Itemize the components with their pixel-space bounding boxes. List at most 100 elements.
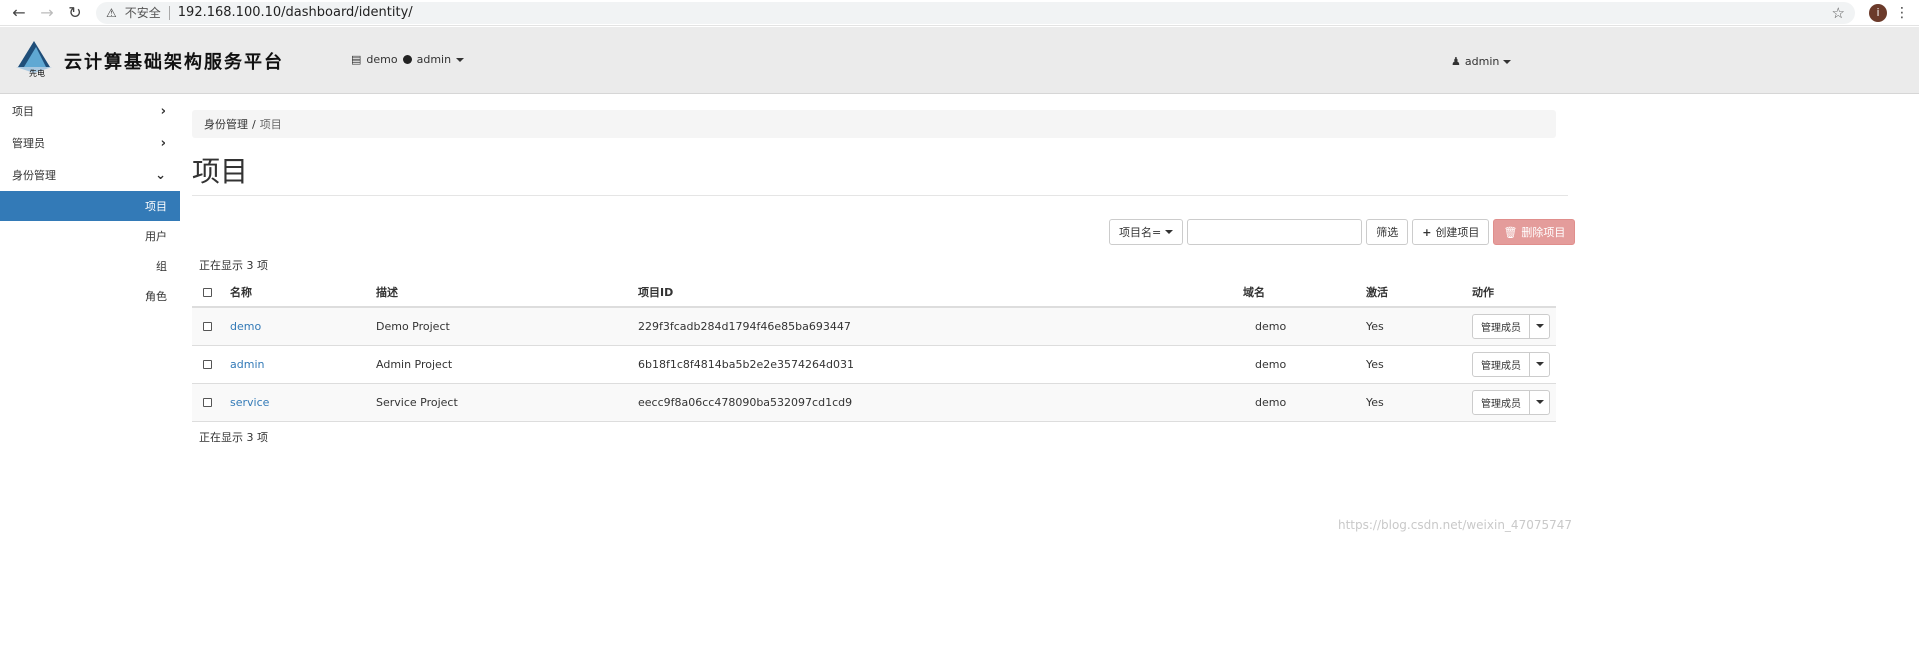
- reload-icon[interactable]: ↻: [64, 2, 86, 24]
- caret-down-icon: [1535, 362, 1544, 366]
- manage-members-button[interactable]: 管理成员: [1472, 351, 1530, 377]
- forward-icon[interactable]: →: [36, 2, 58, 24]
- brand-title: 云计算基础架构服务平台: [64, 52, 284, 73]
- breadcrumb: 身份管理 / 项目: [192, 110, 1556, 138]
- table-row: admin Admin Project 6b18f1c8f4814ba5b2e2…: [192, 345, 1556, 384]
- row-select-cell: [192, 307, 230, 346]
- row-action-dropdown[interactable]: [1530, 389, 1550, 415]
- breadcrumb-parent[interactable]: 身份管理: [204, 116, 248, 132]
- filter-field-select[interactable]: 项目名=: [1109, 219, 1184, 245]
- column-header-id[interactable]: 项目ID: [638, 278, 1243, 308]
- filter-input[interactable]: [1187, 219, 1363, 245]
- delete-project-label: 删除项目: [1521, 226, 1566, 239]
- plus-icon: +: [1422, 225, 1432, 239]
- brand-logo: 先电: [16, 41, 52, 77]
- row-actions: 管理成员: [1472, 307, 1556, 346]
- filter-field-label: 项目名=: [1119, 226, 1162, 239]
- manage-members-button[interactable]: 管理成员: [1472, 389, 1530, 415]
- project-enabled: Yes: [1366, 383, 1472, 422]
- sidebar-category-label: 管理员: [12, 137, 45, 150]
- caret-down-icon: [1535, 324, 1544, 329]
- address-divider: [168, 5, 170, 20]
- row-action-dropdown[interactable]: [1530, 351, 1550, 377]
- projects-table: 名称 描述 项目ID 域名 激活 动作 demo Demo Project 22…: [192, 278, 1556, 422]
- select-all-checkbox[interactable]: [203, 288, 212, 297]
- column-header-actions: 动作: [1472, 278, 1556, 308]
- project-domain: demo: [1243, 307, 1366, 346]
- chevron-right-icon: ›: [160, 135, 166, 151]
- profile-avatar[interactable]: i: [1869, 3, 1887, 22]
- url-text[interactable]: 192.168.100.10/dashboard/identity/: [178, 5, 1824, 20]
- back-icon[interactable]: ←: [8, 2, 30, 24]
- column-header-name[interactable]: 名称: [230, 278, 376, 308]
- project-name: demo: [366, 53, 398, 66]
- project-name[interactable]: service: [230, 396, 269, 409]
- user-menu-label: admin: [1464, 55, 1500, 68]
- sidebar: 项目 › 管理员 › 身份管理 ⌄ 项目 用户 组 角色: [0, 95, 180, 662]
- project-name-link[interactable]: service: [230, 383, 376, 422]
- project-description: Demo Project: [376, 307, 638, 346]
- row-action-group: 管理成员: [1472, 313, 1550, 339]
- trash-icon: 🗑: [1503, 225, 1518, 239]
- column-header-description[interactable]: 描述: [376, 278, 638, 308]
- filter-button[interactable]: 筛选: [1366, 219, 1409, 245]
- watermark: https://blog.csdn.net/weixin_47075747: [1338, 518, 1573, 532]
- table-header-row: 名称 描述 项目ID 域名 激活 动作: [192, 278, 1556, 308]
- project-icon: ▤: [351, 53, 362, 66]
- project-enabled: Yes: [1366, 345, 1472, 384]
- logo-text: 先电: [29, 68, 45, 77]
- bookmark-star-icon[interactable]: ☆: [1832, 4, 1845, 22]
- row-action-group: 管理成员: [1472, 389, 1550, 415]
- caret-down-icon: [1503, 59, 1512, 64]
- sidebar-item-projects[interactable]: 项目: [0, 191, 180, 221]
- project-name[interactable]: admin: [230, 358, 264, 371]
- manage-members-button[interactable]: 管理成员: [1472, 313, 1530, 339]
- warning-icon: ⚠: [106, 5, 117, 20]
- sidebar-item-roles[interactable]: 角色: [0, 281, 180, 311]
- row-checkbox[interactable]: [203, 360, 212, 369]
- row-checkbox[interactable]: [203, 398, 212, 407]
- row-actions: 管理成员: [1472, 383, 1556, 422]
- project-name-link[interactable]: demo: [230, 307, 376, 346]
- project-switcher[interactable]: ▤ demo admin: [351, 53, 465, 66]
- project-description: Admin Project: [376, 345, 638, 384]
- sidebar-category-label: 项目: [12, 105, 34, 118]
- caret-down-icon: [456, 57, 465, 62]
- sidebar-category-project[interactable]: 项目 ›: [0, 95, 180, 127]
- chevron-right-icon: ›: [160, 103, 166, 119]
- project-domain: demo: [1243, 345, 1366, 384]
- breadcrumb-current: 项目: [259, 118, 282, 131]
- row-action-group: 管理成员: [1472, 351, 1550, 377]
- project-name-link[interactable]: admin: [230, 345, 376, 384]
- project-enabled: Yes: [1366, 307, 1472, 346]
- user-menu[interactable]: ♟ admin: [1451, 55, 1512, 68]
- create-project-label: 创建项目: [1435, 226, 1480, 239]
- caret-down-icon: [1535, 400, 1544, 404]
- title-divider: [192, 195, 1568, 196]
- address-bar[interactable]: ⚠ 不安全 192.168.100.10/dashboard/identity/…: [96, 1, 1855, 24]
- sidebar-item-groups[interactable]: 组: [0, 251, 180, 281]
- sidebar-category-label: 身份管理: [12, 169, 56, 182]
- column-header-domain[interactable]: 域名: [1243, 278, 1366, 308]
- row-checkbox[interactable]: [203, 322, 212, 332]
- separator-dot-icon: [402, 55, 412, 64]
- row-actions: 管理成员: [1472, 345, 1556, 384]
- row-select-cell: [192, 383, 230, 422]
- project-name[interactable]: demo: [230, 320, 261, 333]
- sidebar-category-admin[interactable]: 管理员 ›: [0, 127, 180, 159]
- project-domain: demo: [1243, 383, 1366, 422]
- delete-project-button[interactable]: 🗑 删除项目: [1493, 219, 1576, 245]
- create-project-button[interactable]: + 创建项目: [1412, 219, 1490, 245]
- project-id: 229f3fcadb284d1794f46e85ba693447: [638, 307, 1243, 346]
- project-user: admin: [416, 53, 452, 66]
- sidebar-item-users[interactable]: 用户: [0, 221, 180, 251]
- sidebar-category-identity[interactable]: 身份管理 ⌄: [0, 159, 180, 191]
- row-action-dropdown[interactable]: [1530, 313, 1550, 339]
- page-title: 项目: [192, 155, 249, 188]
- row-select-cell: [192, 345, 230, 384]
- breadcrumb-separator: /: [252, 117, 256, 131]
- column-header-enabled[interactable]: 激活: [1366, 278, 1472, 308]
- browser-menu-icon[interactable]: ⋮: [1893, 5, 1911, 21]
- project-id: eecc9f8a06cc478090ba532097cd1cd9: [638, 383, 1243, 422]
- table-row: demo Demo Project 229f3fcadb284d1794f46e…: [192, 307, 1556, 346]
